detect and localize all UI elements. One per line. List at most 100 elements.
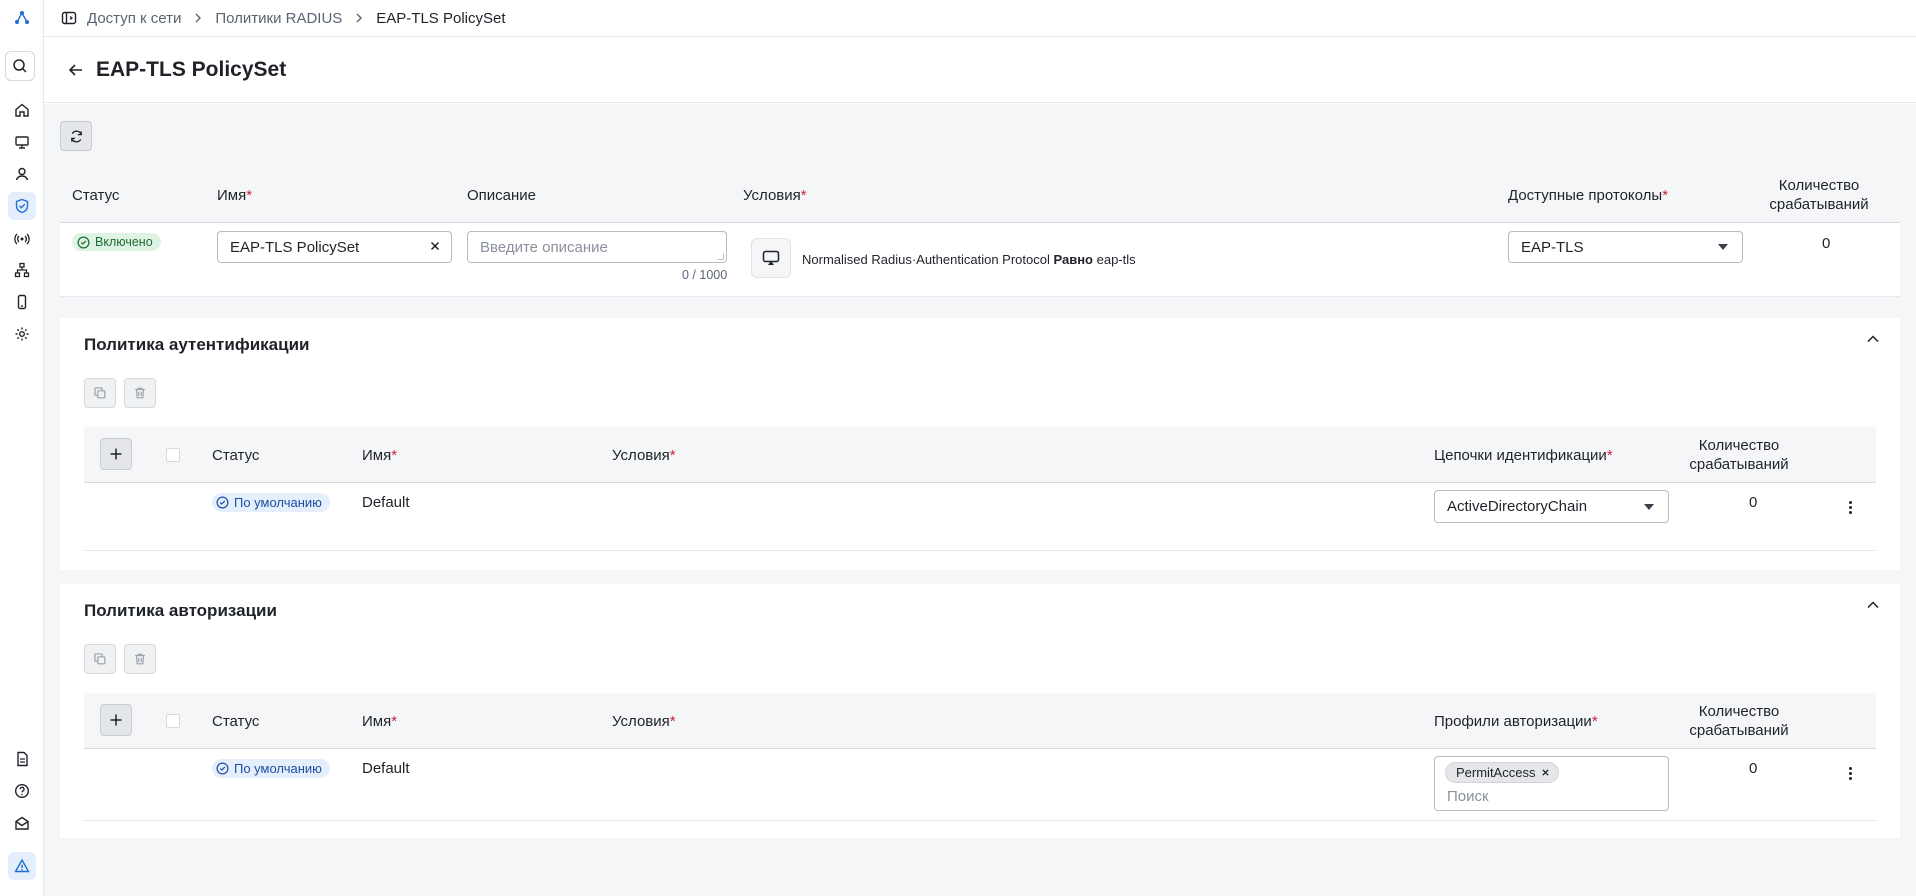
caret-down-icon <box>1644 503 1654 510</box>
col-protocols: Доступные протоколы * <box>1508 186 1669 204</box>
clear-icon[interactable] <box>429 240 441 252</box>
policy-set-table-header: Статус Имя * Описание Условия * Доступные … <box>60 167 1900 223</box>
plus-icon <box>110 448 122 460</box>
user-icon[interactable] <box>8 160 36 188</box>
sidebar <box>0 0 44 896</box>
col-status: Статус <box>212 712 260 730</box>
mobile-device-icon[interactable] <box>8 288 36 316</box>
document-icon[interactable] <box>8 745 36 773</box>
table-header: Статус Имя * Условия * Цепочки идентификац… <box>84 427 1876 483</box>
table-row: По умолчанию Default PermitAccess Поиск … <box>84 749 1876 821</box>
warning-icon[interactable] <box>8 852 36 880</box>
duplicate-button[interactable] <box>84 378 116 408</box>
col-authorization-profiles: Профили авторизации * <box>1434 712 1598 730</box>
refresh-button[interactable] <box>60 121 92 151</box>
duplicate-button[interactable] <box>84 644 116 674</box>
help-icon[interactable] <box>8 777 36 805</box>
col-hits: Количество срабатываний <box>1769 177 1869 213</box>
delete-button[interactable] <box>124 378 156 408</box>
breadcrumb-network-access[interactable]: Доступ к сети <box>87 10 181 27</box>
more-vertical-icon[interactable] <box>1848 767 1852 780</box>
condition-button[interactable] <box>751 238 791 278</box>
search-placeholder[interactable]: Поиск <box>1445 788 1489 805</box>
breadcrumb-current: EAP-TLS PolicySet <box>376 9 506 27</box>
sidebar-toggle-icon[interactable] <box>61 10 77 26</box>
more-vertical-icon[interactable] <box>1848 501 1852 514</box>
authorization-rules-table: Статус Имя * Условия * Профили авторизации… <box>84 693 1876 821</box>
table-header: Статус Имя * Условия * Профили авторизации… <box>84 693 1876 749</box>
condition-expression: Normalised Radius·Authentication Protoco… <box>802 252 1136 267</box>
copy-icon <box>94 387 106 399</box>
name-input[interactable]: EAP-TLS PolicySet <box>217 231 452 263</box>
authorization-policy-section: Политика авторизации Статус Имя * Условия… <box>60 584 1900 838</box>
identity-chain-select[interactable]: ActiveDirectoryChain <box>1434 490 1669 523</box>
profile-chip: PermitAccess <box>1445 762 1560 783</box>
rule-name: Default <box>362 760 410 777</box>
arrow-left-icon[interactable] <box>66 60 86 80</box>
main-content: Статус Имя * Описание Условия * Доступные … <box>44 104 1916 896</box>
network-tree-icon[interactable] <box>8 256 36 284</box>
table-row: По умолчанию Default ActiveDirectoryChai… <box>84 483 1876 551</box>
broadcast-icon[interactable] <box>8 224 36 252</box>
protocols-select[interactable]: EAP-TLS <box>1508 231 1743 263</box>
col-hits: Количество срабатываний <box>1689 703 1789 739</box>
hits-count: 0 <box>1749 494 1758 511</box>
settings-gear-icon[interactable] <box>8 320 36 348</box>
trash-icon <box>135 387 145 399</box>
chevron-right-icon <box>354 13 364 23</box>
breadcrumb: Доступ к сети Политики RADIUS EAP-TLS Po… <box>44 0 1916 37</box>
rule-name: Default <box>362 494 410 511</box>
condition-screen-icon <box>762 250 780 265</box>
col-conditions: Условия * <box>743 186 807 204</box>
section-title: Политика аутентификации <box>84 335 310 354</box>
col-status: Статус <box>72 186 120 204</box>
remove-chip-icon[interactable] <box>1541 768 1550 777</box>
resize-handle-icon[interactable] <box>718 254 724 260</box>
search-icon[interactable] <box>5 51 35 81</box>
chevron-up-icon[interactable] <box>1866 598 1880 612</box>
status-badge: По умолчанию <box>212 759 330 778</box>
page-title: EAP-TLS PolicySet <box>96 57 287 81</box>
delete-button[interactable] <box>124 644 156 674</box>
select-all-checkbox[interactable] <box>166 714 180 728</box>
col-hits: Количество срабатываний <box>1689 437 1789 473</box>
hits-count: 0 <box>1749 760 1758 777</box>
col-conditions: Условия * <box>612 446 676 464</box>
chevron-up-icon[interactable] <box>1866 332 1880 346</box>
select-all-checkbox[interactable] <box>166 448 180 462</box>
table-row: Включено EAP-TLS PolicySet Введите описа… <box>60 223 1900 297</box>
page-header: EAP-TLS PolicySet <box>44 37 1916 103</box>
col-name: Имя * <box>217 186 253 204</box>
policy-set-table: Статус Имя * Описание Условия * Доступные … <box>60 167 1900 297</box>
description-textarea[interactable]: Введите описание <box>467 231 727 263</box>
status-badge: Включено <box>72 233 161 251</box>
check-circle-icon <box>77 236 90 248</box>
breadcrumb-radius-policies[interactable]: Политики RADIUS <box>215 10 342 27</box>
caret-down-icon <box>1718 244 1728 250</box>
add-rule-button[interactable] <box>100 704 132 736</box>
mail-open-icon[interactable] <box>8 809 36 837</box>
monitor-icon[interactable] <box>8 128 36 156</box>
home-icon[interactable] <box>8 96 36 124</box>
authentication-rules-table: Статус Имя * Условия * Цепочки идентификац… <box>84 427 1876 551</box>
copy-icon <box>94 653 106 665</box>
refresh-icon <box>70 130 82 142</box>
hits-count: 0 <box>1822 235 1831 252</box>
check-circle-icon <box>216 762 229 775</box>
chevron-right-icon <box>193 13 203 23</box>
plus-icon <box>110 714 122 726</box>
col-identity-chains: Цепочки идентификации * <box>1434 446 1613 464</box>
add-rule-button[interactable] <box>100 438 132 470</box>
col-conditions: Условия * <box>612 712 676 730</box>
authorization-profiles-multiselect[interactable]: PermitAccess Поиск <box>1434 756 1669 811</box>
col-name: Имя * <box>362 446 398 464</box>
col-name: Имя * <box>362 712 398 730</box>
trash-icon <box>135 653 145 665</box>
shield-check-icon[interactable] <box>8 192 36 220</box>
section-title: Политика авторизации <box>84 601 277 620</box>
description-counter: 0 / 1000 <box>682 268 728 282</box>
col-status: Статус <box>212 446 260 464</box>
col-description: Описание <box>467 186 537 204</box>
check-circle-icon <box>216 496 229 509</box>
logo-icon[interactable] <box>8 4 36 32</box>
